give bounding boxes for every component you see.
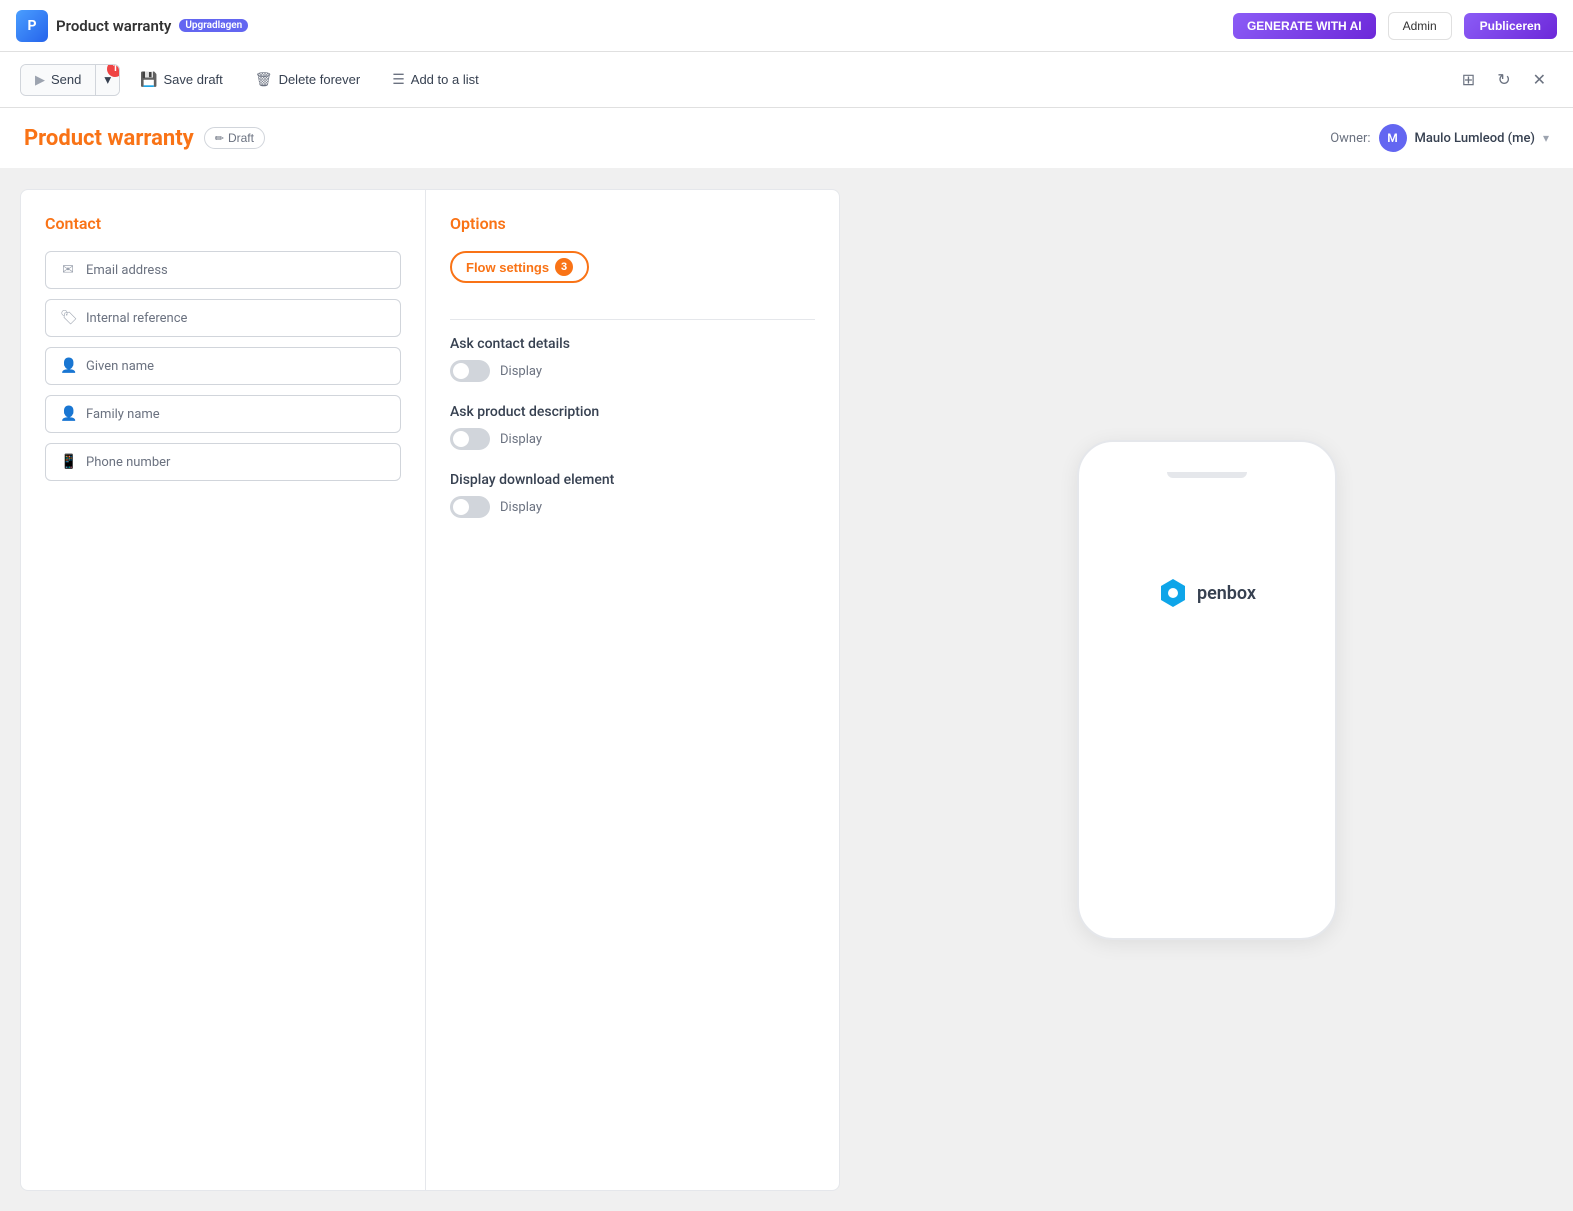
app-name-label: Product warranty bbox=[56, 17, 171, 35]
ask-contact-details-option: Ask contact details Display bbox=[450, 336, 815, 382]
display-download-element-toggle[interactable] bbox=[450, 496, 490, 518]
display-download-element-label: Display download element bbox=[450, 472, 815, 488]
save-draft-button[interactable]: 💾 Save draft bbox=[128, 64, 235, 95]
app-logo-area: P Product warranty Upgradlagen bbox=[16, 10, 248, 42]
add-to-list-button[interactable]: ☰ Add to a list bbox=[380, 64, 491, 95]
download-display-label: Display bbox=[500, 500, 542, 515]
user-menu-button[interactable]: Admin bbox=[1388, 12, 1452, 40]
family-name-label: Family name bbox=[86, 407, 160, 422]
title-area: Product warranty ✏ Draft bbox=[24, 126, 265, 151]
penbox-logo: penbox bbox=[1157, 577, 1256, 609]
flow-settings-count: 3 bbox=[555, 258, 573, 276]
send-button[interactable]: ▶ Send bbox=[21, 65, 95, 95]
given-name-field[interactable]: 👤 Given name bbox=[45, 347, 401, 385]
family-name-field[interactable]: 👤 Family name bbox=[45, 395, 401, 433]
ask-contact-details-toggle-row: Display bbox=[450, 360, 815, 382]
pencil-icon: ✏ bbox=[215, 132, 224, 145]
grid-view-button[interactable]: ⊞ bbox=[1455, 63, 1482, 97]
options-section: Options Flow settings 3 Ask contact deta… bbox=[426, 190, 839, 1190]
form-panel: Contact ✉ Email address 🏷 Internal refer… bbox=[20, 189, 840, 1191]
ask-product-description-label: Ask product description bbox=[450, 404, 815, 420]
preview-panel: penbox bbox=[860, 189, 1553, 1191]
flow-settings-label: Flow settings bbox=[466, 260, 549, 275]
contact-section: Contact ✉ Email address 🏷 Internal refer… bbox=[21, 190, 426, 1190]
main-content: Contact ✉ Email address 🏷 Internal refer… bbox=[0, 169, 1573, 1211]
phone-number-label: Phone number bbox=[86, 455, 170, 470]
flow-settings-button[interactable]: Flow settings 3 bbox=[450, 251, 589, 283]
ask-product-display-label: Display bbox=[500, 432, 542, 447]
person-icon: 👤 bbox=[60, 358, 76, 374]
refresh-button[interactable]: ↻ bbox=[1490, 63, 1517, 97]
email-label: Email address bbox=[86, 263, 168, 278]
internal-reference-field[interactable]: 🏷 Internal reference bbox=[45, 299, 401, 337]
delete-forever-button[interactable]: 🗑 Delete forever bbox=[243, 64, 372, 95]
ask-product-description-toggle[interactable] bbox=[450, 428, 490, 450]
ask-contact-details-label: Ask contact details bbox=[450, 336, 815, 352]
phone-icon: 📱 bbox=[60, 454, 76, 470]
ask-contact-display-label: Display bbox=[500, 364, 542, 379]
page-header: Product warranty ✏ Draft Owner: M Maulo … bbox=[0, 108, 1573, 169]
generate-ai-button[interactable]: GENERATE WITH AI bbox=[1233, 13, 1376, 39]
owner-avatar: M bbox=[1379, 124, 1407, 152]
page-title: Product warranty bbox=[24, 126, 194, 151]
options-section-title: Options bbox=[450, 214, 815, 233]
tag-icon: 🏷 bbox=[60, 310, 76, 326]
notification-badge: 1 bbox=[107, 64, 120, 77]
upgrade-badge: Upgradlagen bbox=[179, 19, 248, 32]
top-navigation: P Product warranty Upgradlagen GENERATE … bbox=[0, 0, 1573, 52]
given-name-label: Given name bbox=[86, 359, 154, 374]
penbox-text: penbox bbox=[1197, 583, 1256, 604]
contact-section-title: Contact bbox=[45, 214, 401, 233]
logo-icon: P bbox=[16, 10, 48, 42]
publish-button[interactable]: Publiceren bbox=[1464, 13, 1557, 39]
email-field[interactable]: ✉ Email address bbox=[45, 251, 401, 289]
person2-icon: 👤 bbox=[60, 406, 76, 422]
action-toolbar: ▶ Send ▾ 1 💾 Save draft 🗑 Delete forever… bbox=[0, 52, 1573, 108]
send-button-group: ▶ Send ▾ 1 bbox=[20, 64, 120, 96]
trash-icon: 🗑 bbox=[255, 71, 273, 88]
display-download-element-toggle-row: Display bbox=[450, 496, 815, 518]
ask-contact-details-toggle[interactable] bbox=[450, 360, 490, 382]
close-button[interactable]: ✕ bbox=[1526, 63, 1553, 97]
owner-dropdown-icon[interactable]: ▾ bbox=[1543, 131, 1549, 145]
options-divider bbox=[450, 319, 815, 320]
list-add-icon: ☰ bbox=[392, 71, 405, 88]
owner-name: Maulo Lumleod (me) bbox=[1415, 131, 1535, 146]
display-download-element-option: Display download element Display bbox=[450, 472, 815, 518]
ask-product-description-toggle-row: Display bbox=[450, 428, 815, 450]
send-arrow-icon: ▶ bbox=[35, 72, 45, 88]
owner-area: Owner: M Maulo Lumleod (me) ▾ bbox=[1330, 124, 1549, 152]
email-icon: ✉ bbox=[60, 262, 76, 278]
phone-number-field[interactable]: 📱 Phone number bbox=[45, 443, 401, 481]
ask-product-description-option: Ask product description Display bbox=[450, 404, 815, 450]
draft-badge-button[interactable]: ✏ Draft bbox=[204, 127, 265, 149]
save-icon: 💾 bbox=[140, 71, 157, 88]
phone-content: penbox bbox=[1157, 478, 1256, 708]
internal-reference-label: Internal reference bbox=[86, 311, 187, 326]
penbox-hex-icon bbox=[1157, 577, 1189, 609]
phone-frame: penbox bbox=[1077, 440, 1337, 940]
